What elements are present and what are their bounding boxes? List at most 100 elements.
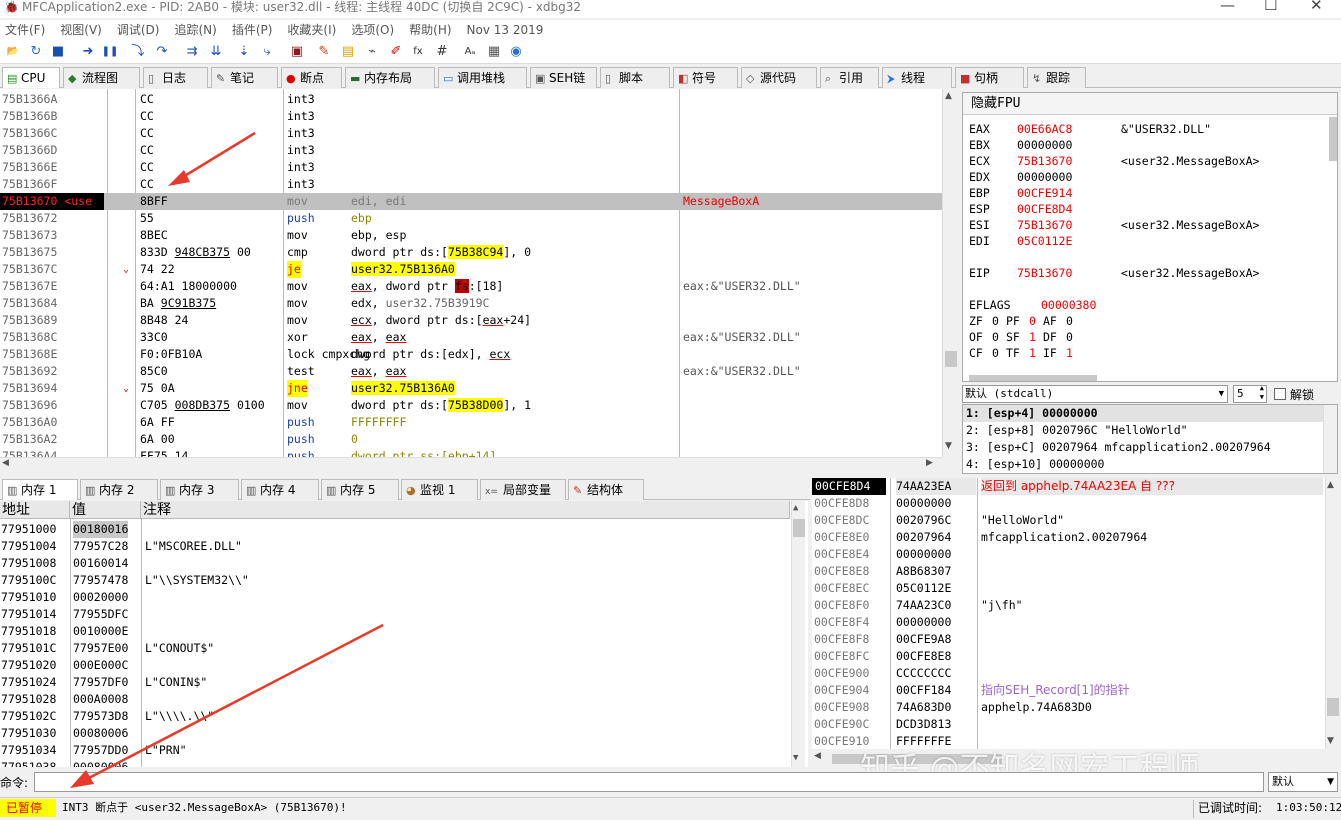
register-row-ebx[interactable]: EBX 00000000 (969, 137, 1329, 153)
minimize-icon[interactable]: — (1220, 0, 1235, 14)
flag-value[interactable]: 1 (1029, 329, 1036, 345)
tab-source[interactable]: ◇ 源代码 (741, 67, 817, 88)
patch-icon[interactable]: ✎ (316, 44, 332, 60)
dump-row[interactable]: 77951024 77957DF0 L"CONIN$" (0, 674, 790, 691)
scroll-up-icon[interactable]: ▲ (1327, 480, 1334, 490)
stack-row[interactable]: 00CFE8E4 00000000 (812, 546, 1325, 563)
disasm-row[interactable]: 75B13673 8BEC mov ebp, esp (0, 227, 942, 244)
menu-item-4[interactable]: 插件(P) (232, 20, 273, 40)
flag-value[interactable]: 0 (992, 313, 999, 329)
disasm-row[interactable]: 75B136A4 FF75 14 push dword ptr ss:[ebp+14] (0, 448, 942, 457)
pause-icon[interactable]: ❚❚ (102, 44, 119, 60)
execute-till-return-icon[interactable]: ⇣ (236, 44, 252, 60)
dump-row[interactable]: 77951028 000A0008 (0, 691, 790, 708)
hash-icon[interactable]: # (434, 44, 450, 60)
register-value[interactable]: 05C0112E (1017, 233, 1072, 249)
disassembly-vscrollbar[interactable]: ▲ ▼ (942, 89, 959, 457)
register-value[interactable]: 00000000 (1017, 137, 1072, 153)
menu-item-7[interactable]: 帮助(H) (409, 20, 451, 40)
flag-value[interactable]: 0 (1066, 329, 1073, 345)
tab-seh[interactable]: ▣ SEH链 (530, 67, 597, 88)
register-row-esi[interactable]: ESI 75B13670 <user32.MessageBoxA> (969, 217, 1329, 233)
disasm-row[interactable]: 75B13675 833D 948CB375 00 cmp dword ptr ds:… (0, 244, 942, 261)
disasm-row[interactable]: 75B1366E CC int3 (0, 159, 942, 176)
dump-header-comment[interactable]: 注释 (141, 501, 790, 519)
scroll-down-icon[interactable]: ▼ (793, 753, 798, 763)
flag-value[interactable]: 0 (992, 345, 999, 361)
tab-memory-1[interactable]: ▥ 内存 1 (2, 479, 78, 500)
dump-row[interactable]: 7795100C 77957478 L"\\SYSTEM32\\" (0, 572, 790, 589)
tab-handles[interactable]: ■ 句柄 (955, 67, 1024, 88)
dump-row[interactable]: 77951014 77955DFC (0, 606, 790, 623)
trace-into-icon[interactable]: ⇉ (184, 44, 200, 60)
stop-icon[interactable]: ■ (50, 44, 66, 60)
dump-scrollbar[interactable]: ▲ ▼ (791, 501, 805, 767)
dump-row[interactable]: 77951010 00020000 (0, 589, 790, 606)
memory-dump-view[interactable]: 地址 值 注释 77951000 00180016 77951004 77957C28… (0, 501, 808, 767)
stack-row[interactable]: 00CFE8D4 74AA23EA 返回到 apphelp.74AA23EA 自 ?… (812, 478, 1325, 495)
stack-row[interactable]: 00CFE8F0 74AA23C0 "j\fh" (812, 597, 1325, 614)
stack-view[interactable]: 00CFE8D4 74AA23EA 返回到 apphelp.74AA23EA 自 ?… (812, 478, 1325, 749)
run-icon[interactable]: ➜ (80, 44, 96, 60)
argument-row[interactable]: 3: [esp+C] 00207964 mfcapplication2.0020… (966, 439, 1271, 456)
disasm-row[interactable]: 75B1366D CC int3 (0, 142, 942, 159)
dump-row[interactable]: 77951000 00180016 (0, 521, 790, 538)
tab-references[interactable]: ⌕ 引用 (820, 67, 879, 88)
tab-breakpoint[interactable]: ● 断点 (281, 67, 342, 88)
globe-icon[interactable]: ◉ (508, 44, 524, 60)
register-value[interactable]: 00CFE914 (1017, 185, 1072, 201)
register-row-edi[interactable]: EDI 05C0112E (969, 233, 1329, 249)
disasm-row[interactable]: 75B1366B CC int3 (0, 108, 942, 125)
argument-row[interactable]: 1: [esp+4] 00000000 (966, 405, 1098, 422)
arguments-scrollbar[interactable] (1323, 405, 1337, 473)
trace-over-icon[interactable]: ⇊ (208, 44, 224, 60)
registers-hscroll-thumb[interactable] (969, 375, 1097, 381)
tab-symbols[interactable]: ◧ 符号 (673, 67, 738, 88)
tab-memory-3[interactable]: ▥ 内存 3 (160, 479, 239, 500)
run-to-user-icon[interactable]: ⤷ (259, 44, 275, 60)
stack-row[interactable]: 00CFE8FC 00CFE8E8 (812, 648, 1325, 665)
tab-notes[interactable]: ✎ 笔记 (211, 67, 278, 88)
stack-scroll-thumb[interactable] (1327, 698, 1339, 716)
unlock-checkbox[interactable] (1274, 388, 1286, 400)
flag-value[interactable]: 0 (992, 329, 999, 345)
comment-icon[interactable]: ▤ (340, 44, 356, 60)
disasm-row[interactable]: 75B13689 8B48 24 mov ecx, dword ptr ds:[eax… (0, 312, 942, 329)
tab-threads[interactable]: ⮞ 线程 (882, 67, 952, 88)
dump-row[interactable]: 77951020 000E000C (0, 657, 790, 674)
stack-row[interactable]: 00CFE8E8 A8B68307 (812, 563, 1325, 580)
register-row-edx[interactable]: EDX 00000000 (969, 169, 1329, 185)
function-icon[interactable]: fx (410, 44, 426, 60)
disassembly-hscrollbar[interactable]: ◀ ▶ (0, 457, 942, 471)
registers-scroll-thumb[interactable] (1329, 117, 1337, 161)
disasm-row[interactable]: 75B13696 C705 008DB375 0100 mov dword ptr d… (0, 397, 942, 414)
argument-row[interactable]: 4: [esp+10] 00000000 (966, 456, 1104, 473)
bookmark-icon[interactable]: ✐ (388, 44, 404, 60)
disasm-row[interactable]: 75B13670 <use 8BFF mov edi, edi MessageBoxA (0, 193, 942, 210)
menu-item-0[interactable]: 文件(F) (5, 20, 45, 40)
close-icon[interactable]: ✕ (1310, 0, 1323, 14)
flag-value[interactable]: 1 (1029, 345, 1036, 361)
register-row-ebp[interactable]: EBP 00CFE914 (969, 185, 1329, 201)
arguments-panel[interactable]: 1: [esp+4] 00000000 2: [esp+8] 0020796C "… (962, 404, 1338, 474)
scroll-left-icon[interactable]: ◀ (814, 751, 821, 761)
disasm-row[interactable]: 75B13694 ⌄ 75 0A jne user32.75B136A0 (0, 380, 942, 397)
label-icon[interactable]: ⌁ (364, 44, 380, 60)
tab-trace[interactable]: ↯ 跟踪 (1027, 67, 1086, 88)
dump-row[interactable]: 77951018 0010000E (0, 623, 790, 640)
stack-row[interactable]: 00CFE8D8 00000000 (812, 495, 1325, 512)
step-into-icon[interactable]: ⤵ (130, 44, 146, 60)
stack-row[interactable]: 00CFE8F4 00000000 (812, 614, 1325, 631)
dump-row[interactable]: 77951034 77957DD0 L"PRN" (0, 742, 790, 759)
dump-row[interactable]: 77951038 00080006 (0, 759, 790, 767)
dump-row[interactable]: 7795101C 77957E00 L"CONOUT$" (0, 640, 790, 657)
tab-memory-4[interactable]: ▥ 内存 4 (241, 479, 319, 500)
disasm-row[interactable]: 75B1367C ⌄ 74 22 je user32.75B136A0 (0, 261, 942, 278)
scroll-down-icon[interactable]: ▼ (1327, 736, 1334, 746)
disasm-row[interactable]: 75B1368C 33C0 xor eax, eax eax:&"USER32.DLL" (0, 329, 942, 346)
stack-scrollbar[interactable]: ▲ ▼ (1325, 478, 1339, 749)
register-row-esp[interactable]: ESP 00CFE8D4 (969, 201, 1329, 217)
menu-item-8[interactable]: Nov 13 2019 (467, 20, 544, 40)
register-value[interactable]: 00000000 (1017, 169, 1072, 185)
register-row-ecx[interactable]: ECX 75B13670 <user32.MessageBoxA> (969, 153, 1329, 169)
